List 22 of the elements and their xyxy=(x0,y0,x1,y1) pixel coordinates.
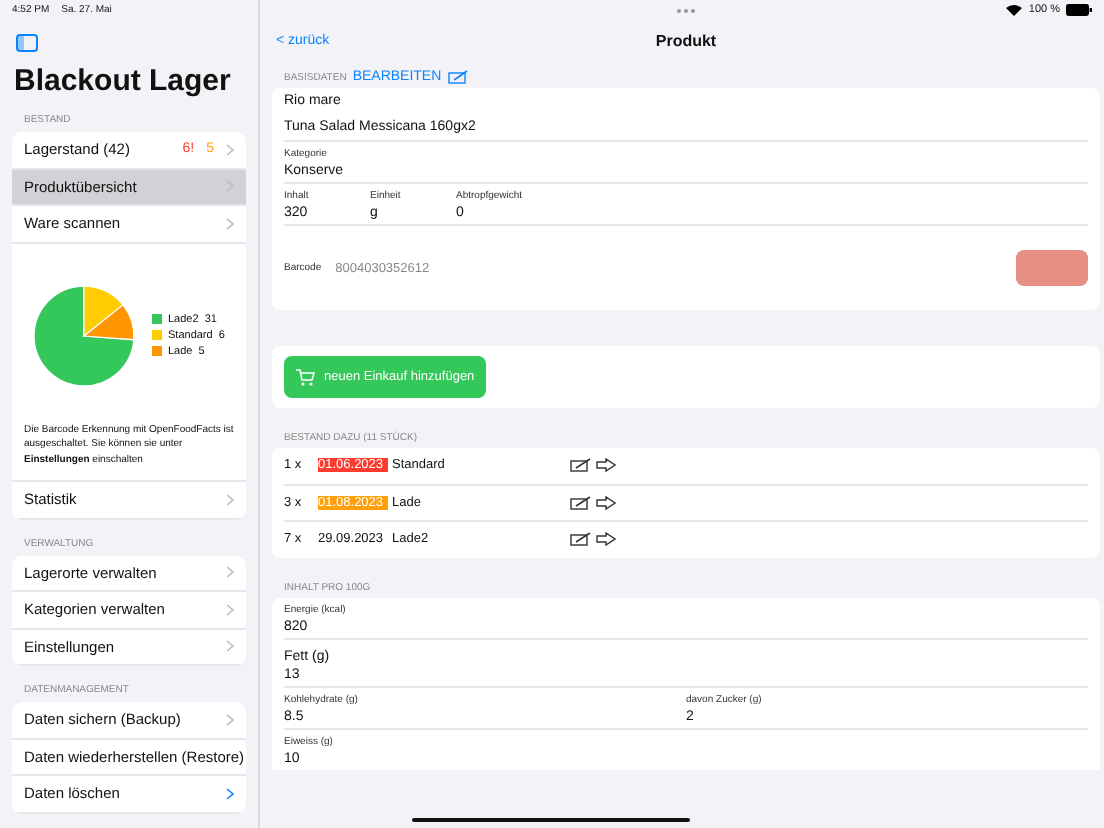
edit-icon[interactable] xyxy=(570,458,592,473)
arrow-icon[interactable] xyxy=(596,458,616,473)
sidebar-icon[interactable] xyxy=(16,34,38,52)
cart-icon xyxy=(296,368,316,386)
app-title: Blackout Lager xyxy=(14,64,233,98)
arrow-icon[interactable] xyxy=(596,495,616,510)
arrow-icon[interactable] xyxy=(596,532,616,547)
edit-icon[interactable] xyxy=(570,532,592,547)
multitasking-dots-icon[interactable] xyxy=(676,7,696,13)
chevron-icon xyxy=(226,217,234,230)
chevron-icon xyxy=(226,493,234,506)
chevron-icon xyxy=(226,143,234,156)
chevron-icon xyxy=(226,603,234,616)
wifi-icon xyxy=(1006,4,1023,16)
chevron-icon xyxy=(226,787,234,800)
battery-icon xyxy=(1066,4,1092,16)
edit-icon[interactable] xyxy=(570,495,592,510)
chevron-icon xyxy=(226,566,234,579)
page-title: Produkt xyxy=(655,31,717,49)
chevron-icon xyxy=(226,713,234,726)
chevron-icon xyxy=(226,640,234,653)
photo-placeholder xyxy=(1016,250,1088,286)
